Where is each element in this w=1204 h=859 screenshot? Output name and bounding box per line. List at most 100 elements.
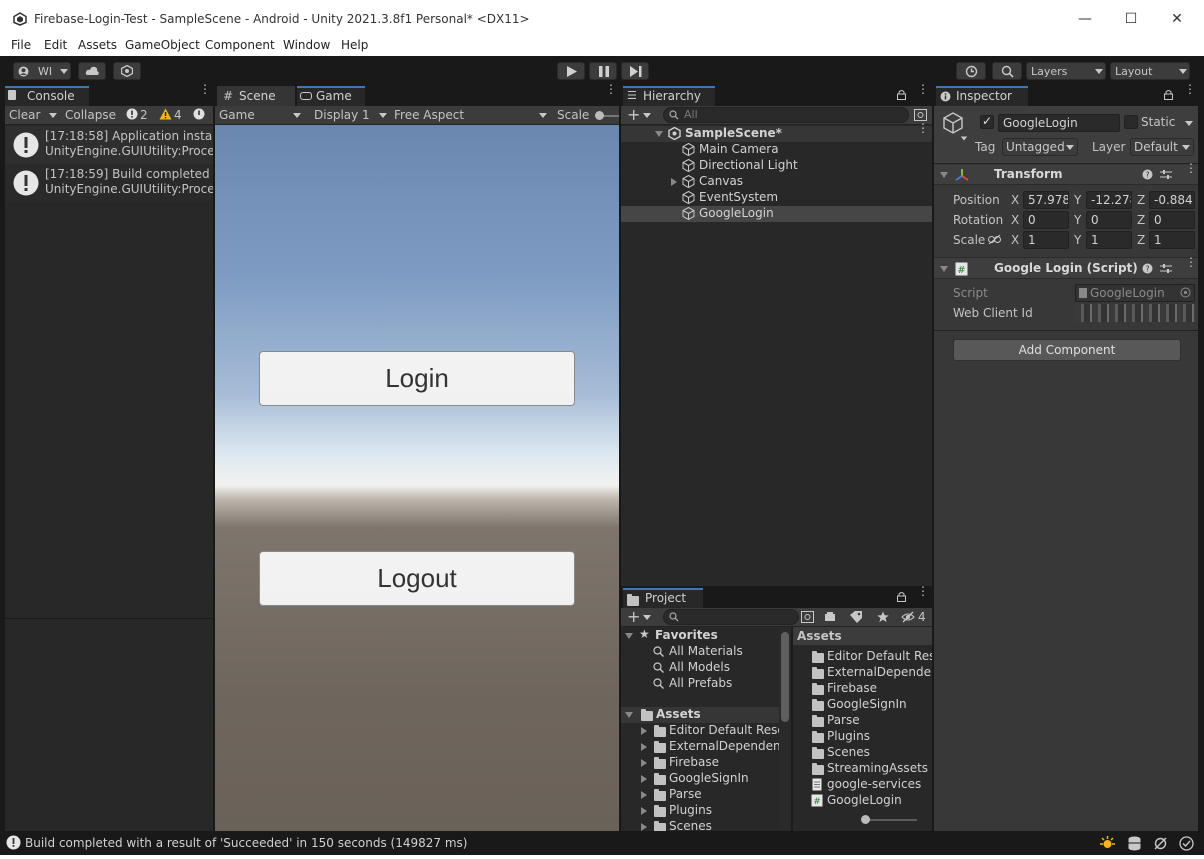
- tab-console[interactable]: Console: [5, 86, 89, 106]
- layout-dropdown[interactable]: Layout: [1110, 62, 1190, 80]
- rotation-z-input[interactable]: 0: [1149, 211, 1195, 229]
- pause-button[interactable]: [589, 62, 617, 80]
- assets-header[interactable]: Assets: [621, 707, 791, 723]
- search-button[interactable]: [992, 62, 1022, 80]
- expand-arrow-icon[interactable]: [641, 759, 647, 767]
- close-button[interactable]: ✕: [1168, 10, 1186, 28]
- tree-folder[interactable]: Parse: [621, 787, 791, 803]
- menu-file[interactable]: File: [11, 38, 31, 52]
- minimize-button[interactable]: —: [1076, 10, 1094, 28]
- kebab-icon[interactable]: ⋮: [1185, 256, 1197, 268]
- kebab-icon[interactable]: ⋮: [199, 83, 211, 95]
- layers-dropdown[interactable]: Layers: [1026, 62, 1106, 80]
- favorites-item[interactable]: All Prefabs: [621, 676, 791, 692]
- login-button[interactable]: Login: [259, 351, 575, 406]
- help-icon[interactable]: ?: [1142, 169, 1153, 180]
- favorites-item[interactable]: All Models: [621, 660, 791, 676]
- project-search-input[interactable]: [663, 609, 799, 625]
- rotation-x-input[interactable]: 0: [1023, 211, 1069, 229]
- layer-dropdown[interactable]: Default: [1130, 138, 1194, 156]
- kebab-icon[interactable]: ⋮: [917, 122, 929, 134]
- presets-icon[interactable]: [1160, 263, 1172, 274]
- chevron-down-icon[interactable]: [379, 113, 387, 118]
- chevron-down-icon[interactable]: [539, 113, 547, 118]
- asset-item[interactable]: ExternalDependenc: [793, 665, 932, 681]
- favorites-header[interactable]: ★ Favorites: [621, 627, 791, 644]
- tree-scrollbar-thumb[interactable]: [781, 632, 789, 722]
- assets-breadcrumb[interactable]: Assets: [797, 629, 842, 643]
- game-view[interactable]: Login Logout: [215, 125, 619, 831]
- script-component-header[interactable]: # Google Login (Script) ? ⋮: [934, 256, 1198, 279]
- chevron-down-icon[interactable]: [643, 615, 651, 620]
- step-button[interactable]: [621, 62, 649, 80]
- star-icon[interactable]: [877, 611, 889, 623]
- lock-icon[interactable]: [897, 89, 906, 100]
- icon-size-slider-thumb[interactable]: [861, 815, 870, 824]
- status-message[interactable]: Build completed with a result of 'Succee…: [25, 836, 467, 850]
- cloud-button[interactable]: [78, 62, 106, 80]
- tree-folder[interactable]: Scenes: [621, 819, 791, 831]
- progress-check-icon[interactable]: [1179, 836, 1194, 851]
- scale-slider-thumb[interactable]: [595, 111, 604, 120]
- tab-project[interactable]: Project: [623, 588, 703, 608]
- menu-gameobject[interactable]: GameObject: [125, 38, 200, 52]
- plus-icon[interactable]: +: [627, 105, 640, 124]
- scene-visibility-icon[interactable]: [914, 109, 927, 121]
- play-button[interactable]: [557, 62, 585, 80]
- hierarchy-item[interactable]: Directional Light: [621, 158, 932, 174]
- maximize-button[interactable]: ☐: [1122, 10, 1140, 28]
- tab-hierarchy[interactable]: ☰ Hierarchy: [623, 86, 715, 106]
- cache-server-icon[interactable]: [1127, 836, 1142, 851]
- hierarchy-item-selected[interactable]: GoogleLogin: [621, 206, 932, 222]
- tree-folder[interactable]: GoogleSignIn: [621, 771, 791, 787]
- menu-assets[interactable]: Assets: [78, 38, 117, 52]
- kebab-icon[interactable]: ⋮: [1184, 83, 1196, 95]
- menu-window[interactable]: Window: [283, 38, 330, 52]
- hierarchy-scene-row[interactable]: SampleScene* ⋮: [621, 122, 932, 142]
- asset-item[interactable]: Editor Default Reso: [793, 649, 932, 665]
- position-y-input[interactable]: -12.278: [1086, 191, 1132, 209]
- tag-dropdown[interactable]: Untagged: [1002, 138, 1078, 156]
- tab-inspector[interactable]: Inspector: [936, 86, 1028, 106]
- expand-arrow-icon[interactable]: [671, 178, 677, 186]
- chevron-down-icon[interactable]: [1185, 121, 1193, 126]
- scale-z-input[interactable]: 1: [1149, 231, 1195, 249]
- debug-mode-icon[interactable]: [1100, 836, 1115, 851]
- display-dropdown[interactable]: Display 1: [314, 108, 370, 122]
- position-z-input[interactable]: -0.884: [1149, 191, 1195, 209]
- error-count[interactable]: 2: [140, 108, 148, 122]
- expand-arrow-icon[interactable]: [940, 172, 948, 178]
- tree-scrollbar[interactable]: [779, 628, 791, 831]
- expand-arrow-icon[interactable]: [641, 823, 647, 831]
- position-x-input[interactable]: 57.978: [1023, 191, 1069, 209]
- active-checkbox[interactable]: ✓: [980, 114, 994, 129]
- object-picker-icon[interactable]: [1180, 287, 1191, 298]
- chevron-down-icon[interactable]: [960, 136, 968, 141]
- asset-item[interactable]: Plugins: [793, 729, 932, 745]
- asset-item[interactable]: google-services: [793, 777, 932, 793]
- info-icon[interactable]: [193, 108, 205, 120]
- script-reference-field[interactable]: GoogleLogin: [1075, 284, 1195, 302]
- chevron-down-icon[interactable]: [293, 113, 301, 118]
- asset-item[interactable]: StreamingAssets: [793, 761, 932, 777]
- console-message[interactable]: [17:18:58] Application installed UnityEn…: [5, 126, 213, 164]
- expand-arrow-icon[interactable]: [641, 775, 647, 783]
- client-id-input-redacted[interactable]: [1075, 304, 1198, 322]
- kebab-icon[interactable]: ⋮: [605, 83, 617, 95]
- logout-button[interactable]: Logout: [259, 551, 575, 606]
- hierarchy-item[interactable]: Main Camera: [621, 142, 932, 158]
- kebab-icon[interactable]: ⋮: [917, 83, 929, 95]
- filter-type-icon[interactable]: [824, 611, 836, 623]
- link-icon[interactable]: [988, 234, 1001, 245]
- hierarchy-search-input[interactable]: All: [663, 107, 909, 123]
- plus-icon[interactable]: +: [627, 607, 640, 626]
- lock-icon[interactable]: [897, 591, 906, 602]
- static-checkbox[interactable]: [1124, 115, 1138, 129]
- asset-item[interactable]: Scenes: [793, 745, 932, 761]
- asset-item[interactable]: GoogleSignIn: [793, 697, 932, 713]
- expand-arrow-icon[interactable]: [625, 712, 633, 718]
- chevron-down-icon[interactable]: [49, 113, 57, 118]
- aspect-dropdown[interactable]: Free Aspect: [394, 108, 464, 122]
- scale-y-input[interactable]: 1: [1086, 231, 1132, 249]
- asset-item[interactable]: Firebase: [793, 681, 932, 697]
